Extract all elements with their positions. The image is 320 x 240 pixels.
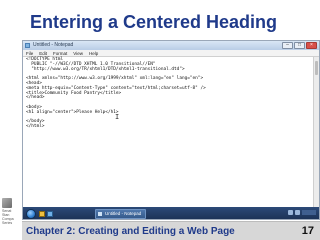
slide-footer: Chapter 2: Creating and Editing a Web Pa… [22,221,320,240]
system-tray [288,210,316,215]
page-number: 17 [301,225,314,237]
taskbar-task-label: Untitled - Notepad [105,211,142,216]
close-icon[interactable]: × [306,42,317,49]
vertical-scrollbar[interactable] [313,57,319,207]
minimize-icon[interactable]: – [282,42,293,49]
slide-title: Entering a Centered Heading [30,12,278,32]
notepad-app-icon [25,43,30,48]
window-title: Untitled - Notepad [33,42,74,48]
code-line: <html xmlns="http://www.w3.org/1999/xhtm… [26,76,204,82]
window-controls: – □ × [282,42,317,49]
menu-edit[interactable]: Edit [39,50,47,56]
ie-icon[interactable] [47,211,53,217]
taskbar: Untitled - Notepad [23,207,319,219]
publisher-logo: Senat Stan Compa Series [2,198,22,225]
menu-bar: File Edit Format View Help [23,50,319,57]
scrollbar-thumb[interactable] [315,61,318,75]
code-line: "http://www.w3.org/TR/xhtml1/DTD/xhtml1-… [26,66,185,72]
taskbar-notepad-button[interactable]: Untitled - Notepad [95,209,147,219]
logo-mark-icon [2,198,12,208]
volume-icon[interactable] [295,210,300,215]
text-editor[interactable]: <!DOCTYPE html PUBLIC "-//W3C//DTD XHTML… [23,57,314,207]
menu-file[interactable]: File [26,50,33,56]
menu-view[interactable]: View [73,50,83,56]
logo-line: Series [2,221,13,225]
folder-icon[interactable] [39,211,45,217]
notepad-task-icon [98,212,102,216]
network-icon[interactable] [288,210,293,215]
text-cursor-icon: I [115,113,120,121]
menu-help[interactable]: Help [89,50,98,56]
clock[interactable] [302,210,316,215]
code-line: </html> [26,124,45,130]
footer-chapter: Chapter 2: Creating and Editing a Web Pa… [26,226,235,237]
maximize-icon[interactable]: □ [294,42,305,49]
notepad-screenshot: Untitled - Notepad – □ × File Edit Forma… [22,40,320,220]
window-titlebar[interactable]: Untitled - Notepad – □ × [23,41,319,50]
menu-format[interactable]: Format [53,50,67,56]
start-icon[interactable] [26,209,36,219]
